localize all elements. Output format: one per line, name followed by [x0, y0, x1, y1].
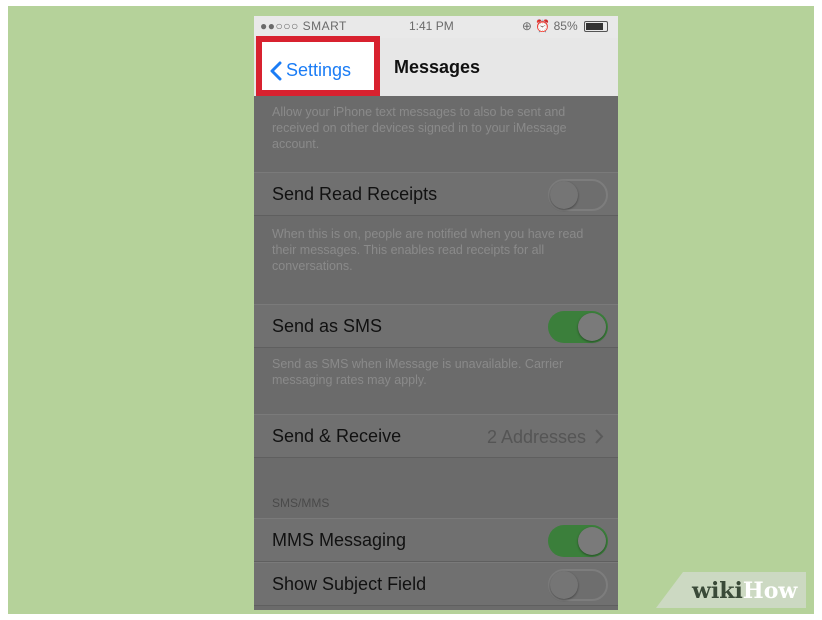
- alarm-icon: ⏰: [535, 19, 551, 33]
- row-label: MMS Messaging: [272, 530, 407, 550]
- toggle-knob: [578, 527, 606, 555]
- row-label: Show Subject Field: [272, 574, 427, 594]
- wikihow-watermark: wikiHow: [656, 572, 806, 608]
- row-show-subject-field: Show Subject Field: [254, 562, 618, 606]
- watermark-how: How: [742, 578, 798, 604]
- row-send-receive[interactable]: Send & Receive 2 Addresses: [254, 414, 618, 458]
- section-header-sms-mms: SMS/MMS: [272, 496, 330, 510]
- row-label: Send Read Receipts: [272, 184, 438, 204]
- read-receipts-footnote: When this is on, people are notified whe…: [272, 227, 584, 273]
- toggle-knob: [578, 313, 606, 341]
- watermark-wiki: wiki: [692, 578, 743, 604]
- page-title: Messages: [394, 57, 481, 77]
- row-send-read-receipts: Send Read Receipts: [254, 172, 618, 216]
- send-as-sms-footnote: Send as SMS when iMessage is unavailable…: [272, 357, 564, 387]
- toggle-knob: [550, 181, 578, 209]
- read-receipts-toggle[interactable]: [548, 179, 608, 211]
- location-icon: ⊕: [521, 19, 532, 33]
- toggle-knob: [550, 571, 578, 599]
- back-button-label: Settings: [286, 60, 352, 80]
- battery-percent: 85%: [553, 19, 578, 33]
- send-as-sms-footnote-block: Send as SMS when iMessage is unavailable…: [254, 350, 618, 388]
- mms-messaging-toggle[interactable]: [548, 525, 608, 557]
- show-subject-toggle[interactable]: [548, 569, 608, 601]
- carrier-label: ●●○○○ SMART: [260, 19, 347, 33]
- status-right: ⊕ ⏰ 85%: [522, 19, 608, 33]
- back-button-highlight: Settings: [256, 36, 380, 96]
- row-send-as-sms: Send as SMS: [254, 304, 618, 348]
- row-mms-messaging: MMS Messaging: [254, 518, 618, 562]
- row-label: Send & Receive: [272, 426, 402, 446]
- send-as-sms-toggle[interactable]: [548, 311, 608, 343]
- chevron-left-icon: [270, 61, 282, 80]
- chevron-right-icon: [595, 429, 604, 444]
- row-detail: 2 Addresses: [486, 427, 586, 447]
- battery-icon: [584, 21, 608, 33]
- illustration-frame: ●●○○○ SMART 1:41 PM ⊕ ⏰ 85% Messages Set…: [8, 6, 814, 614]
- phone-screen: ●●○○○ SMART 1:41 PM ⊕ ⏰ 85% Messages Set…: [254, 16, 618, 610]
- status-bar: ●●○○○ SMART 1:41 PM ⊕ ⏰ 85%: [254, 16, 618, 38]
- imessage-footnote-block: Allow your iPhone text messages to also …: [254, 98, 618, 152]
- read-receipts-footnote-block: When this is on, people are notified whe…: [254, 220, 618, 274]
- imessage-footnote: Allow your iPhone text messages to also …: [272, 105, 567, 151]
- watermark-logo: wikiHow: [692, 578, 797, 604]
- row-label: Send as SMS: [272, 316, 383, 336]
- back-button[interactable]: Settings: [270, 60, 351, 81]
- status-time: 1:41 PM: [409, 19, 454, 33]
